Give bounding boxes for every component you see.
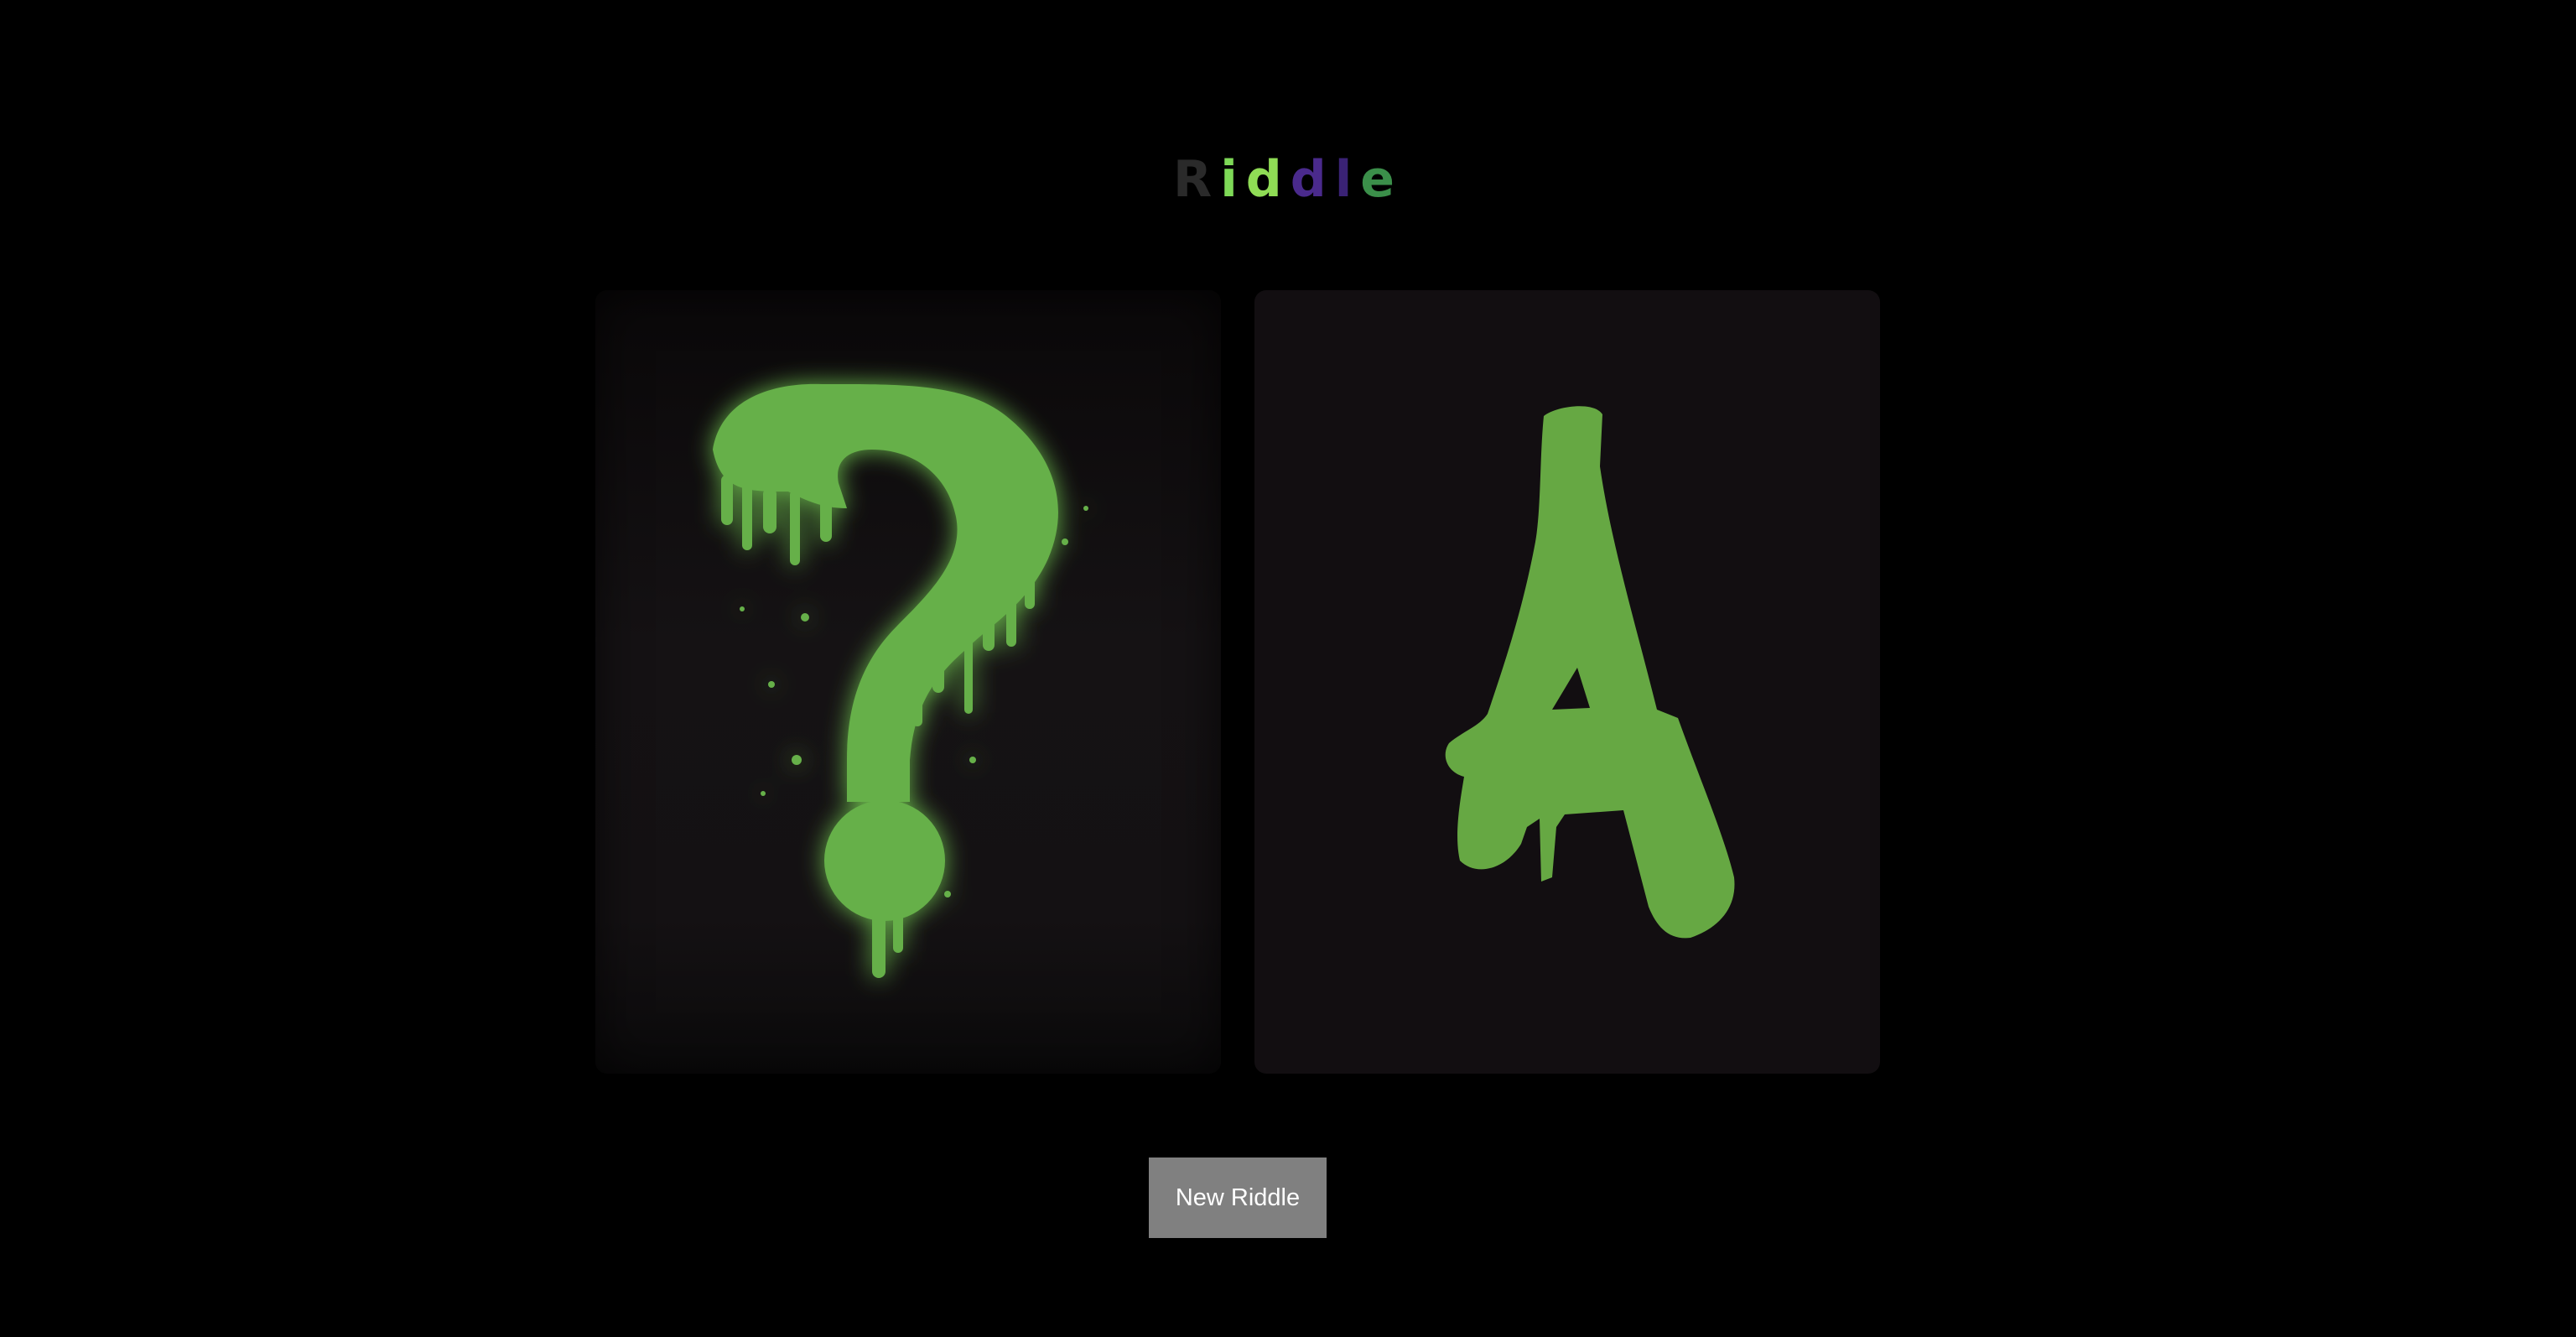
riddle-question-card[interactable]: [595, 290, 1221, 1074]
question-mark-icon: [713, 383, 1088, 978]
letter-a-icon: [1445, 406, 1735, 939]
title-letter-r: R: [1173, 150, 1221, 209]
new-riddle-button[interactable]: New Riddle: [1149, 1158, 1327, 1238]
title-letter-d1: d: [1245, 150, 1291, 209]
title-letter-e: e: [1360, 150, 1403, 209]
title-letter-i: i: [1220, 150, 1246, 209]
title-letter-d2: d: [1290, 150, 1335, 209]
page-title: Riddle: [0, 148, 2576, 211]
riddle-answer-card[interactable]: [1254, 290, 1880, 1074]
title-letter-l: l: [1334, 150, 1361, 209]
riddle-page: Riddle New Riddle: [0, 0, 2576, 1337]
